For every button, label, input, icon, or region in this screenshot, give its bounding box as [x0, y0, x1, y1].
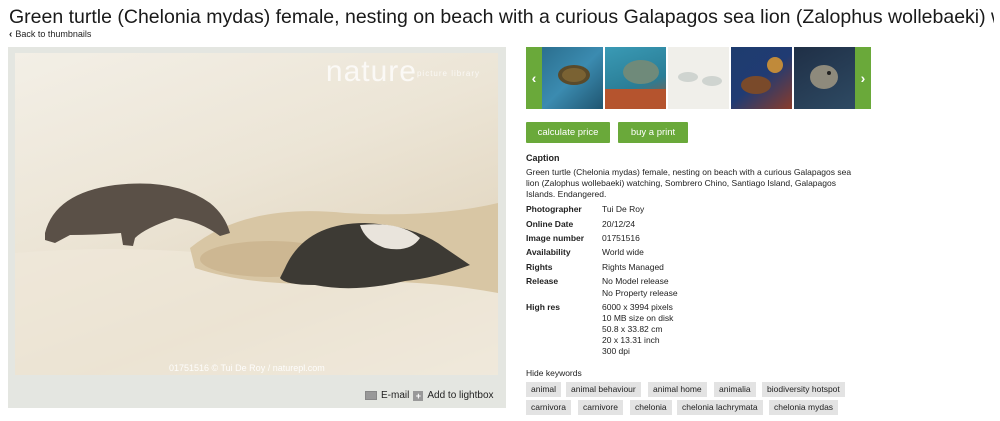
detail-key: Release	[526, 276, 559, 286]
keyword-chip[interactable]: animal behaviour	[566, 382, 641, 397]
detail-value: 01751516	[602, 233, 640, 243]
carousel-next-button[interactable]: ›	[855, 47, 871, 109]
photo-credit: 01751516 © Tui De Roy / naturepl.com	[169, 363, 325, 373]
buy-a-print-button[interactable]: buy a print	[618, 122, 688, 143]
watermark: naturepicture library	[325, 55, 480, 88]
add-to-lightbox-link[interactable]: Add to lightbox	[427, 390, 493, 401]
mail-icon	[365, 391, 377, 400]
detail-value: 300 dpi	[602, 346, 630, 356]
turtle-reef-thumb	[605, 60, 666, 109]
keyword-chip[interactable]: animal home	[648, 382, 707, 397]
keyword-chip[interactable]: animal	[526, 382, 562, 397]
thumbnail-3[interactable]	[668, 47, 729, 109]
photo-scene	[15, 183, 498, 375]
keyword-chip[interactable]: biodiversity hotspot	[762, 382, 845, 397]
detail-value: 20 x 13.31 inch	[602, 335, 660, 345]
back-link-label: Back to thumbnails	[15, 29, 92, 39]
chevron-right-icon: ›	[860, 70, 866, 86]
keyword-chip[interactable]: carnivora	[526, 400, 571, 415]
detail-key: Photographer	[526, 204, 582, 214]
plus-icon: +	[413, 390, 424, 401]
caption-label: Caption	[526, 153, 560, 163]
caption-text: Green turtle (Chelonia mydas) female, ne…	[526, 167, 852, 199]
thumbnail-5[interactable]	[794, 47, 855, 109]
detail-value: Tui De Roy	[602, 204, 645, 214]
hide-keywords-link[interactable]: Hide keywords	[526, 368, 582, 378]
detail-value: 6000 x 3994 pixels	[602, 302, 673, 312]
detail-value: 50.8 x 33.82 cm	[602, 324, 663, 334]
detail-key: Online Date	[526, 219, 574, 229]
main-photo[interactable]: naturepicture library 01751516 © Tui De …	[15, 53, 498, 375]
email-link[interactable]: E-mail	[381, 390, 409, 401]
detail-value: 20/12/24	[602, 219, 636, 229]
carousel-prev-button[interactable]: ‹	[526, 47, 542, 109]
detail-key: Rights	[526, 262, 553, 272]
thumbnail-4[interactable]	[731, 47, 792, 109]
detail-key: Image number	[526, 233, 585, 243]
detail-key: Availability	[526, 247, 571, 257]
keyword-chip[interactable]: chelonia lachrymata	[677, 400, 763, 415]
image-actions: E-mail + Add to lightbox	[365, 390, 494, 401]
calculate-price-button[interactable]: calculate price	[526, 122, 610, 143]
keyword-chip[interactable]: animalia	[714, 382, 756, 397]
turtle-thumb	[558, 65, 590, 85]
keyword-chip[interactable]: chelonia	[630, 400, 672, 415]
sketch-thumb	[678, 72, 722, 86]
detail-value: World wide	[602, 247, 644, 257]
thumbnail-2[interactable]	[605, 47, 666, 109]
detail-key: High res	[526, 302, 561, 312]
detail-value: 10 MB size on disk	[602, 313, 674, 323]
back-to-thumbnails-link[interactable]: ‹ Back to thumbnails	[9, 29, 91, 39]
keyword-chip[interactable]: carnivore	[578, 400, 623, 415]
turtle-head-thumb	[810, 65, 838, 89]
page-title: Green turtle (Chelonia mydas) female, ne…	[9, 6, 994, 28]
keyword-chip[interactable]: chelonia mydas	[769, 400, 839, 415]
detail-value: No Model release	[602, 276, 669, 286]
chevron-left-icon: ‹	[531, 70, 537, 86]
thumbnail-carousel: ‹ ›	[526, 47, 871, 109]
coral-thumb	[741, 57, 783, 94]
detail-value: No Property release	[602, 288, 678, 298]
thumbnail-1[interactable]	[542, 47, 603, 109]
detail-value: Rights Managed	[602, 262, 664, 272]
chevron-left-icon: ‹	[9, 28, 13, 40]
